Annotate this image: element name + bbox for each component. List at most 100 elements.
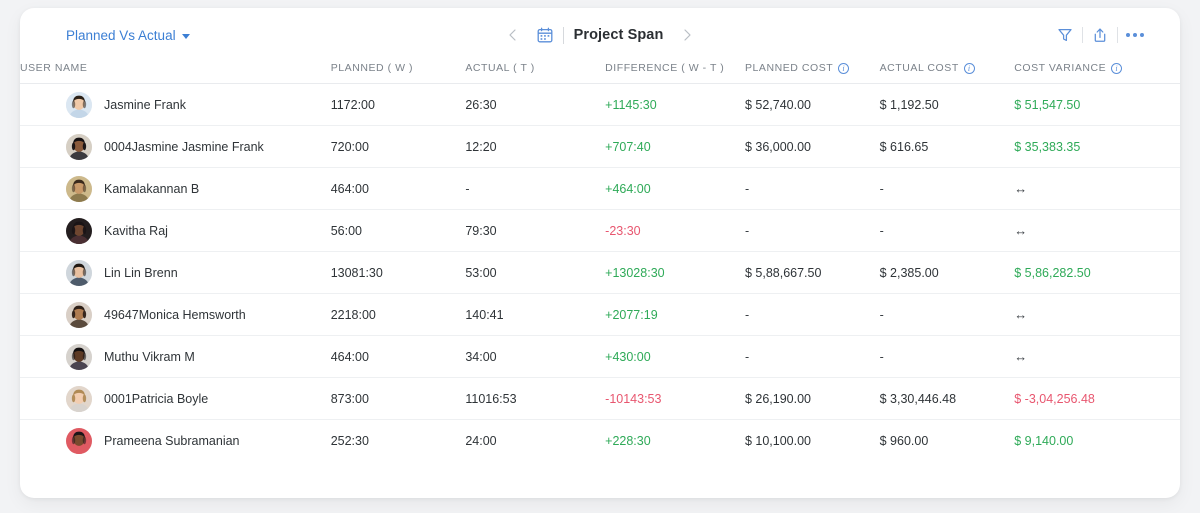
actual-cost-value: $ 3,30,446.48: [879, 391, 957, 406]
avatar-photo-6: [66, 301, 92, 328]
table-row[interactable]: Jasmine Frank 1172:00 26:30 +1145:30 $ 5…: [20, 84, 1180, 126]
difference-value: +2077:19: [605, 307, 658, 322]
cell-cost-variance: $ 35,383.35: [1014, 126, 1180, 168]
user-name-label: Kamalakannan B: [104, 181, 200, 196]
column-label: PLANNED COST: [744, 62, 834, 74]
cell-cost-variance: ↔: [1014, 210, 1180, 252]
table-row[interactable]: Lin Lin Brenn 13081:30 53:00 +13028:30 $…: [20, 252, 1180, 294]
actual-cost-value: $ 2,385.00: [879, 265, 939, 280]
cost-variance-value: ↔: [1014, 223, 1028, 238]
cell-actual-cost: $ 1,192.50: [880, 84, 1015, 126]
table-header-row: USER NAME PLANNED ( W ) ACTUAL ( T ) DIF…: [20, 62, 1180, 84]
cost-variance-value: $ 51,547.50: [1014, 97, 1081, 112]
planned-value: 13081:30: [330, 265, 383, 280]
column-header-actual[interactable]: ACTUAL ( T ): [465, 62, 605, 84]
table-row[interactable]: Prameena Subramanian 252:30 24:00 +228:3…: [20, 420, 1180, 462]
actual-cost-value: -: [879, 349, 884, 364]
table-row[interactable]: 0001Patricia Boyle 873:00 11016:53 -1014…: [20, 378, 1180, 420]
cell-planned-cost: -: [745, 210, 880, 252]
difference-value: -23:30: [605, 223, 641, 238]
span-title: Project Span: [573, 27, 664, 43]
calendar-icon[interactable]: [537, 27, 553, 43]
cell-planned: 720:00: [331, 126, 466, 168]
chevron-left-icon[interactable]: [503, 25, 523, 45]
table-header: USER NAME PLANNED ( W ) ACTUAL ( T ) DIF…: [20, 62, 1180, 84]
cell-actual: 26:30: [465, 84, 605, 126]
planned-cost-value: $ 26,190.00: [744, 391, 812, 406]
cell-difference: +13028:30: [605, 252, 745, 294]
column-label: ACTUAL COST: [879, 62, 959, 74]
column-label: USER NAME: [20, 62, 88, 74]
actual-cost-value: -: [879, 307, 884, 322]
column-header-user-name[interactable]: USER NAME: [20, 62, 331, 84]
cell-planned: 252:30: [331, 420, 466, 462]
cell-difference: +2077:19: [605, 294, 745, 336]
cell-cost-variance: ↔: [1014, 294, 1180, 336]
cell-planned: 464:00: [331, 336, 466, 378]
column-header-actual-cost[interactable]: ACTUAL COST i: [880, 62, 1015, 84]
planned-cost-value: $ 10,100.00: [744, 433, 812, 448]
actual-value: 11016:53: [465, 391, 517, 406]
actual-value: 26:30: [465, 97, 497, 112]
divider: [562, 26, 564, 44]
report-selector-dropdown[interactable]: Planned Vs Actual: [66, 28, 190, 43]
planned-cost-value: -: [744, 307, 750, 322]
cell-planned-cost: $ 5,88,667.50: [745, 252, 880, 294]
cell-actual-cost: $ 616.65: [880, 126, 1015, 168]
cell-actual: 12:20: [465, 126, 605, 168]
planned-value: 56:00: [330, 223, 362, 238]
cell-difference: +228:30: [605, 420, 745, 462]
column-label: PLANNED ( W ): [330, 62, 414, 74]
upload-export-icon[interactable]: [1083, 21, 1117, 49]
table-row[interactable]: Kavitha Raj 56:00 79:30 -23:30 - - ↔: [20, 210, 1180, 252]
table-row[interactable]: Muthu Vikram M 464:00 34:00 +430:00 - - …: [20, 336, 1180, 378]
cell-planned-cost: -: [745, 336, 880, 378]
more-options-icon[interactable]: [1118, 21, 1152, 49]
info-icon[interactable]: i: [838, 62, 850, 74]
planned-cost-value: -: [744, 223, 750, 238]
column-header-cost-variance[interactable]: COST VARIANCE i: [1014, 62, 1180, 84]
difference-value: -10143:53: [605, 391, 662, 406]
actual-cost-value: $ 616.65: [879, 139, 929, 154]
filter-icon[interactable]: [1048, 21, 1082, 49]
actual-cost-value: $ 1,192.50: [879, 97, 939, 112]
planned-value: 873:00: [330, 391, 369, 406]
table-row[interactable]: 0004Jasmine Jasmine Frank 720:00 12:20 +…: [20, 126, 1180, 168]
user-name-label: 49647Monica Hemsworth: [104, 307, 246, 322]
span-navigation: Project Span: [20, 25, 1180, 45]
user-name-label: Jasmine Frank: [104, 97, 186, 112]
planned-cost-value: -: [744, 349, 750, 364]
info-icon[interactable]: i: [1111, 62, 1123, 74]
cell-user-name: Lin Lin Brenn: [20, 252, 331, 294]
cell-planned: 1172:00: [331, 84, 466, 126]
cell-user-name: 0004Jasmine Jasmine Frank: [20, 126, 331, 168]
cell-planned: 873:00: [331, 378, 466, 420]
user-name-label: Prameena Subramanian: [104, 433, 240, 448]
difference-value: +464:00: [605, 181, 651, 196]
table-body: Jasmine Frank 1172:00 26:30 +1145:30 $ 5…: [20, 84, 1180, 462]
actual-value: 79:30: [465, 223, 497, 238]
user-name-label: 0004Jasmine Jasmine Frank: [104, 139, 264, 154]
cell-planned-cost: $ 10,100.00: [745, 420, 880, 462]
info-icon[interactable]: i: [963, 62, 975, 74]
cell-actual: 34:00: [465, 336, 605, 378]
cell-actual: 79:30: [465, 210, 605, 252]
column-header-planned-cost[interactable]: PLANNED COST i: [745, 62, 880, 84]
cell-actual: 53:00: [465, 252, 605, 294]
column-header-planned[interactable]: PLANNED ( W ): [331, 62, 466, 84]
cost-variance-value: $ 35,383.35: [1014, 139, 1081, 154]
report-selector-label: Planned Vs Actual: [66, 27, 176, 43]
cell-planned: 56:00: [331, 210, 466, 252]
avatar-photo-2: [66, 133, 92, 160]
table-row[interactable]: 49647Monica Hemsworth 2218:00 140:41 +20…: [20, 294, 1180, 336]
cell-user-name: Kavitha Raj: [20, 210, 331, 252]
cell-cost-variance: $ 51,547.50: [1014, 84, 1180, 126]
column-header-difference[interactable]: DIFFERENCE ( W - T ): [605, 62, 745, 84]
cell-actual: 140:41: [465, 294, 605, 336]
cell-planned-cost: $ 26,190.00: [745, 378, 880, 420]
chevron-down-icon: [181, 33, 190, 39]
table-row[interactable]: Kamalakannan B 464:00 - +464:00 - - ↔: [20, 168, 1180, 210]
cell-difference: +707:40: [605, 126, 745, 168]
chevron-right-icon[interactable]: [677, 25, 697, 45]
avatar-photo-5: [66, 259, 92, 286]
